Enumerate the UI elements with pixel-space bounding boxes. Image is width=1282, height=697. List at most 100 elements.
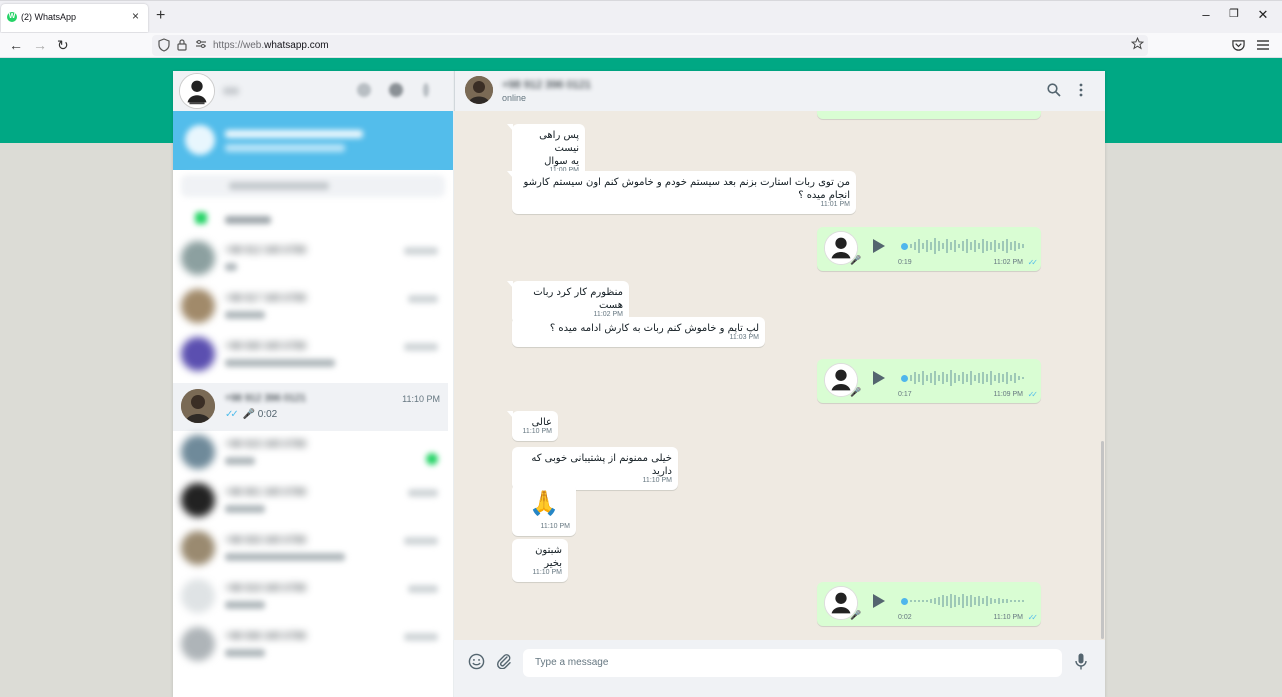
close-window-button[interactable]: ✕: [1253, 7, 1273, 23]
microphone-icon[interactable]: [1075, 653, 1087, 670]
playback-scrubber[interactable]: [901, 598, 908, 605]
chat-time: [404, 633, 438, 641]
voice-message-outgoing[interactable]: 🎤 0:17 11:09 PM ✓✓: [817, 359, 1041, 403]
voice-message-outgoing[interactable]: 🎤 0:02 11:10 PM ✓✓: [817, 582, 1041, 626]
voice-duration: 0:02: [257, 409, 278, 420]
pocket-icon[interactable]: [1232, 39, 1245, 52]
conversation-header[interactable]: +98 912 396 0121 online: [454, 71, 1105, 111]
chat-list-item[interactable]: +98 936 345 6789: [173, 621, 448, 669]
unread-badge: [426, 453, 438, 465]
voice-message-partial[interactable]: [817, 111, 1041, 119]
message-incoming[interactable]: من توی ربات استارت بزنم بعد سیستم خودم و…: [507, 171, 856, 214]
minimize-button[interactable]: –: [1196, 7, 1216, 22]
search-icon[interactable]: [1047, 83, 1061, 97]
emoji-pray-icon: 🙏: [529, 489, 559, 517]
reload-button[interactable]: ↻: [57, 37, 69, 54]
chat-time: 11:10 PM: [402, 394, 440, 404]
mic-icon: 🎤: [850, 255, 862, 265]
playback-scrubber[interactable]: [901, 375, 908, 382]
bookmark-star-icon[interactable]: [1131, 37, 1144, 50]
chat-name: +98 915 345 6789: [225, 439, 306, 450]
contact-avatar: [181, 241, 215, 275]
forward-button[interactable]: →: [33, 37, 47, 53]
url-domain: whatsapp.com: [264, 40, 329, 51]
waveform-icon[interactable]: [909, 591, 1031, 611]
message-input[interactable]: Type a message: [523, 649, 1062, 677]
message-list[interactable]: پس راهی نیست یه سوال 11:00 PM من توی ربا…: [454, 111, 1100, 640]
address-bar[interactable]: https://web.whatsapp.com: [152, 35, 1148, 56]
voice-duration: 0:17: [898, 391, 912, 398]
message-input-placeholder: Type a message: [535, 657, 609, 668]
maximize-button[interactable]: ❐: [1224, 7, 1244, 20]
archived-icon[interactable]: [195, 212, 207, 224]
chat-list-item[interactable]: +98 912 345 6789: [173, 235, 448, 283]
voice-message-outgoing[interactable]: 🎤 0:19 11:02 PM ✓✓: [817, 227, 1041, 271]
chat-list-item-active[interactable]: +98 912 396 0121 11:10 PM ✓✓ 🎤 0:02: [173, 383, 448, 431]
message-incoming[interactable]: عالی 11:10 PM: [507, 411, 558, 441]
shield-icon[interactable]: [158, 38, 170, 52]
contact-avatar: [181, 389, 215, 423]
playback-scrubber[interactable]: [901, 243, 908, 250]
contact-avatar: [181, 579, 215, 613]
tab-title: (2) WhatsApp: [21, 12, 77, 22]
play-icon[interactable]: [872, 238, 886, 254]
message-scrollbar[interactable]: [1100, 111, 1105, 640]
archived-label[interactable]: [225, 216, 271, 224]
hamburger-menu-icon[interactable]: [1257, 40, 1269, 50]
play-icon[interactable]: [872, 593, 886, 609]
emoji-icon[interactable]: [468, 653, 485, 670]
bubble-tail: [507, 171, 513, 178]
voice-mic-icon: 🎤: [242, 409, 255, 420]
notification-banner[interactable]: [173, 111, 453, 170]
tab-close-icon[interactable]: ×: [132, 9, 139, 23]
chat-name: +98 912 345 6789: [225, 245, 306, 256]
browser-tabstrip: W (2) WhatsApp × + – ❐ ✕: [0, 0, 1282, 33]
banner-title: [225, 130, 363, 138]
chat-list-item[interactable]: +98 919 345 6789: [173, 573, 448, 621]
chat-preview: [225, 553, 345, 561]
voice-duration: 0:19: [898, 259, 912, 266]
message-time: 11:10 PM: [993, 614, 1023, 621]
search-input[interactable]: [181, 175, 445, 197]
whatsapp-favicon-icon: W: [7, 12, 17, 22]
profile-sticker-icon: [180, 74, 214, 108]
chat-time: [408, 585, 438, 593]
permissions-icon[interactable]: [195, 38, 207, 50]
chat-list-item[interactable]: +98 930 345 6789: [173, 331, 448, 379]
chat-list-item[interactable]: +98 901 345 6789: [173, 477, 448, 525]
url-text[interactable]: https://web.whatsapp.com: [213, 40, 329, 51]
chat-preview: [225, 601, 265, 609]
lock-icon[interactable]: [177, 38, 187, 51]
new-tab-button[interactable]: +: [156, 7, 165, 25]
new-chat-icon[interactable]: [389, 83, 403, 97]
tab-whatsapp[interactable]: W (2) WhatsApp ×: [1, 4, 148, 32]
message-text: من توی ربات استارت بزنم بعد سیستم خودم و…: [523, 177, 850, 201]
sidebar-menu-icon[interactable]: [423, 83, 429, 97]
message-composer: Type a message: [454, 640, 1105, 697]
message-incoming-emoji[interactable]: 🙏 11:10 PM: [512, 484, 576, 536]
message-incoming[interactable]: لپ تاپم و خاموش کنم ربات به کارش ادامه م…: [512, 317, 765, 347]
chat-name: +98 901 345 6789: [225, 487, 306, 498]
message-incoming[interactable]: شبتون بخیر 11:10 PM: [512, 539, 568, 582]
message-text: پس راهی نیست یه سوال: [539, 130, 579, 167]
chat-list-item[interactable]: +98 915 345 6789: [173, 429, 448, 477]
waveform-icon[interactable]: [909, 236, 1031, 256]
chat-list-item[interactable]: +98 933 345 6789: [173, 525, 448, 573]
message-time: 11:09 PM: [993, 391, 1023, 398]
whatsapp-app: +98 912 345 6789 +98 917 345 6789 +98 93…: [173, 71, 1105, 697]
attach-paperclip-icon[interactable]: [496, 653, 512, 669]
chat-name: +98 917 345 6789: [225, 293, 306, 304]
contact-avatar[interactable]: [465, 76, 493, 104]
chat-list-item[interactable]: +98 917 345 6789: [173, 283, 448, 331]
waveform-icon[interactable]: [909, 368, 1031, 388]
scrollbar-thumb[interactable]: [1101, 441, 1104, 639]
play-icon[interactable]: [872, 370, 886, 386]
contact-name[interactable]: +98 912 396 0121: [502, 79, 591, 91]
my-profile-avatar[interactable]: [179, 73, 215, 109]
message-time: 11:10 PM: [540, 523, 570, 530]
browser-toolbar: ← → ↻ https://web.whatsapp.com: [0, 33, 1282, 58]
status-icon[interactable]: [357, 83, 371, 97]
more-options-icon[interactable]: [1078, 83, 1084, 97]
message-time: 11:03 PM: [729, 334, 759, 341]
back-button[interactable]: ←: [9, 37, 23, 53]
